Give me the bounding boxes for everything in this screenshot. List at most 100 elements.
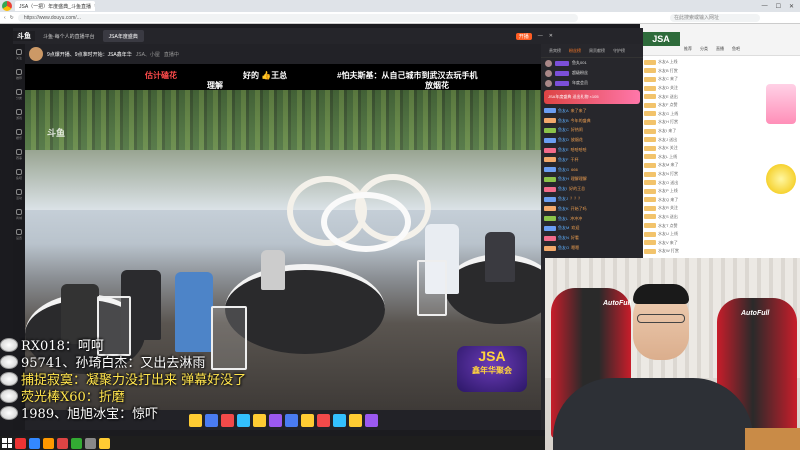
chat-tab[interactable]: 周贡献榜: [589, 48, 605, 54]
chat-username[interactable]: 鱼友D: [558, 137, 569, 143]
browser-logo-icon[interactable]: [2, 1, 12, 11]
level-badge: [644, 231, 656, 237]
close-app-icon[interactable]: ✕: [549, 33, 553, 39]
level-badge: [644, 76, 656, 82]
background-nav-item[interactable]: 推荐: [684, 46, 692, 52]
guest: [485, 232, 515, 282]
rail-item[interactable]: 推荐: [13, 64, 25, 84]
background-nav-item[interactable]: 直播: [716, 46, 724, 52]
rail-item[interactable]: 商城: [13, 204, 25, 224]
rank-row[interactable]: 鱼丸001: [541, 58, 643, 68]
promo-badge-image[interactable]: [766, 164, 796, 194]
app-tab[interactable]: JSA年度盛典: [102, 30, 144, 42]
background-nav: 推荐 分类 直播 鱼吧: [684, 46, 740, 52]
level-badge: [644, 94, 656, 100]
list-item: 水友Q 来了: [644, 196, 760, 205]
chat-message[interactable]: 鱼友N 好看: [541, 233, 643, 243]
taskbar-app-icon[interactable]: [57, 437, 68, 449]
taskbar-app-icon[interactable]: [85, 437, 96, 449]
rail-item[interactable]: 关注: [13, 44, 25, 64]
chat-username[interactable]: 鱼友C: [558, 127, 569, 133]
chat-username[interactable]: 鱼友I: [558, 186, 567, 192]
chat-username[interactable]: 鱼友F: [558, 157, 568, 163]
chat-message[interactable]: 鱼友D 放烟花: [541, 135, 643, 145]
list-item-text: 水友P 上线: [658, 188, 678, 194]
chat-message[interactable]: 鱼友E 哈哈哈哈: [541, 145, 643, 155]
level-badge: [644, 102, 656, 108]
scene-hanging-plants: [25, 90, 541, 150]
minimize-app-icon[interactable]: —: [538, 33, 543, 39]
promo-gift-image[interactable]: [766, 84, 796, 124]
close-icon[interactable]: ×: [94, 3, 95, 9]
chat-username[interactable]: 鱼友G: [558, 167, 569, 173]
rail-item[interactable]: 娱乐: [13, 124, 25, 144]
chat-message[interactable]: 鱼友J？？？: [541, 194, 643, 204]
room-subtitle: JSA、小屋: [135, 51, 160, 58]
chat-message[interactable]: 鱼友C 好热闹: [541, 126, 643, 136]
streamer-avatar[interactable]: [29, 47, 43, 61]
taskbar-app-icon[interactable]: [43, 437, 54, 449]
taskbar-app-icon[interactable]: [71, 437, 82, 449]
chat-username[interactable]: 鱼友A: [558, 108, 569, 114]
maximize-icon[interactable]: ☐: [776, 3, 781, 10]
chat-message[interactable]: 鱼友H 理解理解: [541, 175, 643, 185]
chat-username[interactable]: 鱼友N: [558, 235, 569, 241]
app-tab[interactable]: 斗鱼·每个人的直播平台: [37, 30, 101, 42]
rank-row[interactable]: 超级粉丝: [541, 68, 643, 78]
chat-message[interactable]: 鱼友I 好的王总: [541, 184, 643, 194]
rail-item[interactable]: 设置: [13, 224, 25, 244]
chat-message[interactable]: 鱼友B 今年的盛典: [541, 116, 643, 126]
url-field[interactable]: https://www.douyu.com/...: [17, 13, 578, 22]
rail-item-label: 商城: [15, 215, 22, 220]
close-window-icon[interactable]: ✕: [789, 3, 794, 10]
rail-item[interactable]: 鱼吧: [13, 164, 25, 184]
chat-username[interactable]: 鱼友H: [558, 176, 569, 182]
chat-tab[interactable]: 守护榜: [613, 48, 625, 54]
chat-username[interactable]: 鱼友B: [558, 118, 569, 124]
chat-username[interactable]: 鱼友J: [558, 196, 568, 202]
chat-message[interactable]: 鱼友M 欢迎: [541, 224, 643, 234]
rail-item[interactable]: 游戏: [13, 104, 25, 124]
chat-message[interactable]: 鱼友O 嗯嗯: [541, 243, 643, 253]
background-nav-item[interactable]: 鱼吧: [732, 46, 740, 52]
chat-text: 好的王总: [569, 186, 586, 192]
rail-item[interactable]: 活动: [13, 184, 25, 204]
chat-text: 哈哈哈哈: [570, 147, 587, 153]
start-menu-icon[interactable]: [2, 438, 12, 448]
rail-item[interactable]: 赛事: [13, 144, 25, 164]
chat-message[interactable]: 鱼友F 干杯: [541, 155, 643, 165]
chat-text: 放烟花: [570, 137, 583, 143]
go-live-button[interactable]: 开播: [515, 32, 532, 40]
chat-message[interactable]: 鱼友L 冲冲冲: [541, 214, 643, 224]
background-sidebar: [766, 84, 798, 254]
level-badge: [644, 214, 656, 220]
taskbar-app-icon[interactable]: [99, 437, 110, 449]
rail-item-label: 活动: [15, 195, 22, 200]
rank-badge: [555, 70, 569, 76]
chat-tab[interactable]: 粉丝榜: [569, 48, 581, 54]
app-logo[interactable]: 斗鱼: [13, 31, 35, 41]
chat-message[interactable]: 鱼友A 来了来了: [541, 106, 643, 116]
back-icon[interactable]: ‹: [4, 15, 6, 21]
taskbar-app-icon[interactable]: [29, 437, 40, 449]
chat-username[interactable]: 鱼友M: [558, 225, 569, 231]
chat-message[interactable]: 鱼友G 666: [541, 165, 643, 175]
chat-message[interactable]: 鱼友K 开始了吗: [541, 204, 643, 214]
chat-username[interactable]: 鱼友O: [558, 245, 569, 251]
chat-username[interactable]: 鱼友L: [558, 216, 568, 222]
browser-tab[interactable]: JSA（一把）年度盛典_斗鱼直播 ×: [15, 1, 95, 11]
danmu-text: 估计磕花: [145, 71, 177, 80]
background-nav-item[interactable]: 分类: [700, 46, 708, 52]
rail-item[interactable]: 分类: [13, 84, 25, 104]
chat-username[interactable]: 鱼友E: [558, 147, 569, 153]
search-input[interactable]: 在此搜索或输入网址: [670, 13, 760, 22]
browser-tab-title: JSA（一把）年度盛典_斗鱼直播: [19, 3, 91, 10]
gift-banner[interactable]: JSA年度盛典 送出礼物 ×105: [544, 90, 640, 104]
refresh-icon[interactable]: ↻: [10, 15, 14, 21]
level-badge: [644, 240, 656, 246]
chat-username[interactable]: 鱼友K: [558, 206, 569, 212]
rank-row[interactable]: 年度会员: [541, 78, 643, 88]
minimize-icon[interactable]: —: [762, 3, 768, 10]
taskbar-app-icon[interactable]: [15, 437, 26, 449]
chat-tab[interactable]: 贵宾榜: [549, 48, 561, 54]
